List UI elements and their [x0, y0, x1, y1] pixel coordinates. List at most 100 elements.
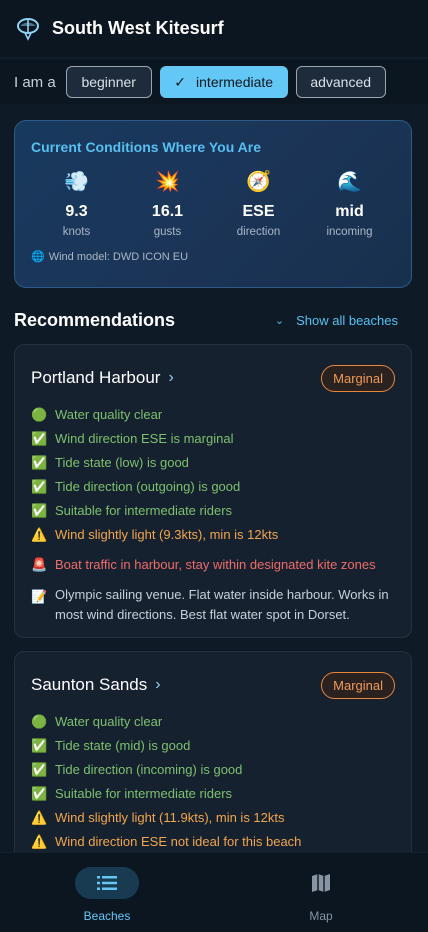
metric-gusts: 💥 16.1 gusts [122, 169, 213, 238]
metric-unit: knots [62, 226, 91, 238]
metric-unit: gusts [153, 226, 182, 238]
recommendations-header: Recommendations ⌄ Show all beaches [14, 306, 414, 334]
chevron-right-icon: › [155, 676, 161, 693]
compass-icon: 🧭 [246, 171, 271, 193]
beach-card-portland-harbour[interactable]: Portland Harbour › Marginal 🟢 Water quali… [14, 344, 412, 638]
metric-value: 9.3 [65, 203, 88, 220]
factor-item: ✅ Wind direction ESE is marginal [31, 427, 395, 451]
check-icon: ✅ [31, 738, 48, 753]
bottom-navigation: Beaches Map [0, 852, 428, 932]
factor-item: ✅ Tide direction (incoming) is good [31, 758, 395, 782]
metric-tide: 🌊 mid incoming [304, 169, 395, 238]
skill-selector: I am a beginner ✓ intermediate advanced [0, 60, 428, 104]
metric-value: ESE [242, 203, 275, 220]
metric-value: 16.1 [151, 203, 184, 220]
beach-factors: 🟢 Water quality clear ✅ Wind direction ESE… [31, 403, 395, 625]
recommendations-title: Recommendations [14, 309, 176, 330]
metric-wind-speed: 💨 9.3 knots [31, 169, 122, 238]
check-icon: ✅ [31, 455, 48, 470]
factor-text: Boat traffic in harbour, stay within des… [55, 557, 376, 572]
map-icon [312, 874, 330, 892]
rating-badge: Marginal [321, 364, 395, 392]
factor-text: Water quality clear [55, 407, 163, 422]
beach-name-link[interactable]: Saunton Sands › [31, 675, 161, 695]
factor-item: ⚠️ Wind direction ESE not ideal for this … [31, 830, 395, 854]
metric-unit: direction [236, 226, 281, 238]
factor-item: ✅ Tide state (mid) is good [31, 734, 395, 758]
beach-name-link[interactable]: Portland Harbour › [31, 368, 174, 388]
chevron-down-icon: ⌄ [274, 314, 285, 327]
skill-label: I am a [14, 73, 56, 91]
factor-item: ⚠️ Wind slightly light (11.9kts), min is … [31, 806, 395, 830]
check-icon: ✅ [31, 503, 48, 518]
wind-model-text: Wind model: DWD ICON EU [48, 250, 189, 263]
gust-icon: 💥 [155, 171, 180, 193]
factor-item: ⚠️ Wind slightly light (9.3kts), min is 1… [31, 523, 395, 547]
kite-icon [17, 17, 39, 41]
factor-text: Tide direction (incoming) is good [55, 762, 243, 777]
skill-chip-label: intermediate [196, 74, 274, 90]
factor-item: ✅ Suitable for intermediate riders [31, 782, 395, 806]
rating-badge: Marginal [321, 671, 395, 699]
check-icon: ✓ [174, 73, 187, 90]
warning-icon: ⚠️ [31, 527, 48, 542]
water-quality-icon: 🟢 [31, 714, 48, 729]
factor-item: ✅ Suitable for intermediate riders [31, 499, 395, 523]
factor-text: Wind direction ESE is marginal [55, 431, 234, 446]
globe-icon: 🌐 [31, 251, 45, 263]
conditions-title: Current Conditions Where You Are [31, 139, 261, 155]
skill-chip-beginner[interactable]: beginner [65, 66, 152, 98]
factor-item: 🟢 Water quality clear [31, 403, 395, 427]
factor-text: Water quality clear [55, 714, 163, 729]
memo-icon: 📝 [31, 589, 48, 604]
check-icon: ✅ [31, 762, 48, 777]
nav-pill [289, 867, 353, 899]
chevron-right-icon: › [168, 369, 174, 386]
factor-item: ✅ Tide state (low) is good [31, 451, 395, 475]
factor-text: Wind slightly light (9.3kts), min is 12k… [55, 527, 279, 542]
skill-chip-label: advanced [310, 74, 372, 90]
beach-factors: 🟢 Water quality clear ✅ Tide state (mid) i… [31, 710, 395, 854]
wind-model-info: 🌐 Wind model: DWD ICON EU [31, 250, 395, 264]
check-icon: ✅ [31, 479, 48, 494]
show-all-beaches-button[interactable]: ⌄ Show all beaches [275, 313, 398, 328]
metric-value: mid [335, 203, 364, 220]
check-icon: ✅ [31, 431, 48, 446]
factor-text: Suitable for intermediate riders [55, 503, 233, 518]
factor-text: Wind slightly light (11.9kts), min is 12… [55, 810, 285, 825]
nav-label: Beaches [83, 909, 131, 923]
beach-name: Saunton Sands [31, 675, 148, 694]
warning-icon: ⚠️ [31, 810, 48, 825]
current-conditions-card: Current Conditions Where You Are 💨 9.3 k… [14, 120, 412, 288]
siren-icon: 🚨 [31, 557, 48, 572]
factor-item: 🚨 Boat traffic in harbour, stay within de… [31, 553, 395, 577]
nav-tab-map[interactable]: Map [214, 853, 428, 932]
beach-name: Portland Harbour [31, 368, 161, 387]
factor-item: ✅ Tide direction (outgoing) is good [31, 475, 395, 499]
note-text: Olympic sailing venue. Flat water inside… [55, 587, 389, 622]
nav-label: Map [309, 909, 333, 923]
wind-icon: 💨 [64, 171, 89, 193]
factor-text: Tide state (mid) is good [55, 738, 191, 753]
metric-direction: 🧭 ESE direction [213, 169, 304, 238]
warning-icon: ⚠️ [31, 834, 48, 849]
beach-note: 📝 Olympic sailing venue. Flat water insid… [31, 583, 395, 625]
factor-text: Wind direction ESE not ideal for this be… [55, 834, 302, 849]
factor-item: 🟢 Water quality clear [31, 710, 395, 734]
check-icon: ✅ [31, 786, 48, 801]
wave-icon: 🌊 [337, 171, 362, 193]
water-quality-icon: 🟢 [31, 407, 48, 422]
show-all-label: Show all beaches [296, 312, 398, 328]
metric-unit: incoming [326, 226, 373, 238]
factor-text: Tide direction (outgoing) is good [55, 479, 241, 494]
nav-tab-beaches[interactable]: Beaches [0, 853, 214, 932]
factor-text: Suitable for intermediate riders [55, 786, 233, 801]
skill-chip-label: beginner [81, 74, 136, 90]
list-icon [97, 876, 117, 890]
skill-chip-advanced[interactable]: advanced [295, 66, 386, 98]
nav-pill [75, 867, 139, 899]
conditions-metrics: 💨 9.3 knots 💥 16.1 gusts 🧭 ESE direction… [31, 169, 395, 238]
app-header: South West Kitesurf [0, 0, 428, 58]
skill-chip-intermediate[interactable]: ✓ intermediate [159, 66, 288, 98]
factor-text: Tide state (low) is good [55, 455, 189, 470]
